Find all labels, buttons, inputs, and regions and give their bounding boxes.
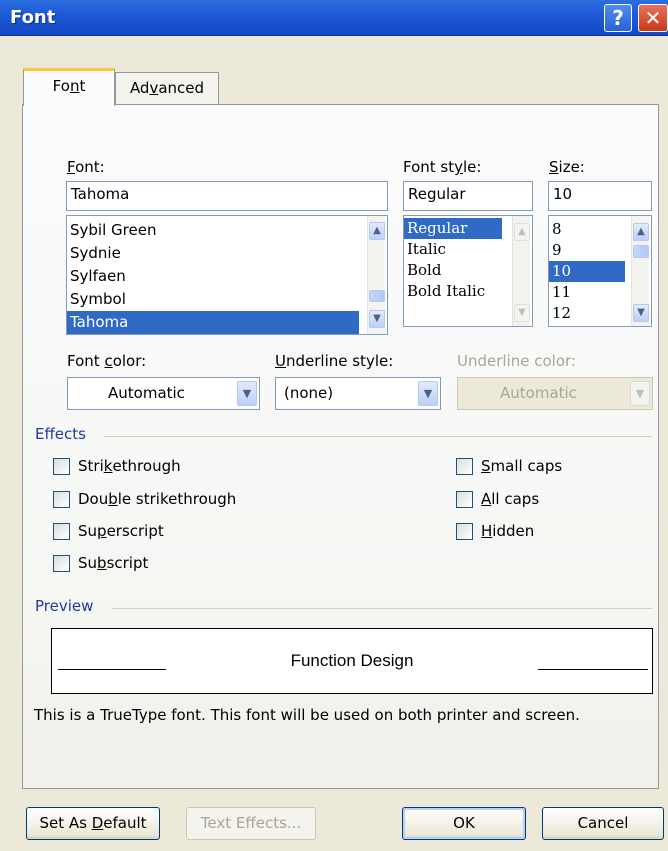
double-strikethrough-checkbox[interactable]: Dou b le strikethrough: [53, 490, 236, 508]
help-button[interactable]: ?: [604, 4, 632, 32]
size-item-selected[interactable]: 10: [549, 261, 625, 282]
font-style-item-selected[interactable]: Regular: [404, 218, 502, 239]
font-color-label: Font color:: [67, 352, 147, 370]
small-caps-checkbox[interactable]: Small caps: [456, 457, 562, 475]
effects-title: Effects: [35, 425, 86, 443]
scroll-thumb[interactable]: [633, 245, 649, 258]
tab-advanced[interactable]: Advanced: [115, 72, 219, 104]
font-list-item[interactable]: Sydnie: [67, 242, 387, 265]
chevron-down-icon: ▼: [630, 381, 650, 406]
chevron-down-icon[interactable]: ▼: [237, 381, 257, 406]
preview-baseline-right: [538, 669, 648, 670]
scroll-up-icon[interactable]: ▲: [633, 223, 649, 241]
subscript-checkbox[interactable]: Su b script: [53, 554, 148, 572]
all-caps-checkbox[interactable]: All caps: [456, 490, 539, 508]
title-bar: Font ? ✕: [0, 0, 668, 36]
font-color-value: Automatic: [108, 384, 185, 402]
font-style-list[interactable]: Regular Italic Bold Bold Italic ▲ ▼: [403, 215, 533, 327]
effects-divider: [104, 436, 652, 437]
font-list-item[interactable]: Sybil Green: [67, 219, 387, 242]
scroll-up-icon: ▲: [514, 223, 530, 241]
text-effects-button: Text Effects...: [186, 807, 316, 840]
font-list-item-selected[interactable]: Tahoma: [67, 311, 359, 334]
font-list[interactable]: Sybil Green Sydnie Sylfaen Symbol Tahoma…: [66, 215, 388, 335]
scroll-up-icon[interactable]: ▲: [369, 222, 385, 240]
preview-text: Function Design: [290, 651, 414, 670]
font-label: Font:: [67, 158, 105, 176]
tab-font[interactable]: Font: [23, 68, 115, 106]
font-input[interactable]: Tahoma: [66, 181, 388, 211]
window-title: Font: [10, 7, 56, 28]
cancel-button[interactable]: Cancel: [542, 807, 664, 840]
size-label: Size:: [549, 158, 585, 176]
underline-style-select[interactable]: (none) ▼: [275, 377, 441, 410]
close-button[interactable]: ✕: [638, 4, 668, 32]
scroll-thumb[interactable]: [369, 290, 385, 302]
underline-style-label: Underline style:: [275, 352, 394, 370]
font-list-scrollbar[interactable]: ▲ ▼: [367, 216, 385, 334]
preview-box: Function Design: [51, 628, 653, 694]
underline-color-select: Automatic ▼: [457, 377, 653, 410]
preview-divider: [112, 608, 652, 609]
size-list[interactable]: 8 9 10 11 12 ▲ ▼: [548, 215, 652, 327]
font-style-scrollbar: ▲ ▼: [512, 216, 530, 326]
font-list-item[interactable]: Sylfaen: [67, 265, 387, 288]
strikethrough-checkbox[interactable]: Stri k ethrough: [53, 457, 181, 475]
superscript-checkbox[interactable]: Su p erscript: [53, 522, 164, 540]
scroll-down-icon[interactable]: ▼: [633, 304, 649, 322]
hidden-checkbox[interactable]: Hidden: [456, 522, 534, 540]
font-note: This is a TrueType font. This font will …: [34, 706, 580, 724]
underline-style-value: (none): [284, 384, 334, 402]
underline-color-value: Automatic: [500, 384, 577, 402]
font-list-item[interactable]: Symbol: [67, 288, 387, 311]
preview-title: Preview: [35, 597, 94, 615]
font-style-input[interactable]: Regular: [403, 181, 533, 211]
underline-color-label: Underline color:: [457, 352, 576, 370]
font-color-select[interactable]: Automatic ▼: [67, 377, 260, 410]
scroll-down-icon: ▼: [514, 304, 530, 322]
font-style-label: Font style:: [403, 158, 482, 176]
set-as-default-button[interactable]: Set As Default: [26, 807, 160, 840]
ok-button[interactable]: OK: [402, 807, 526, 840]
chevron-down-icon[interactable]: ▼: [418, 381, 438, 406]
scroll-down-icon[interactable]: ▼: [369, 310, 385, 328]
size-input[interactable]: 10: [548, 181, 652, 211]
size-list-scrollbar[interactable]: ▲ ▼: [631, 216, 649, 326]
